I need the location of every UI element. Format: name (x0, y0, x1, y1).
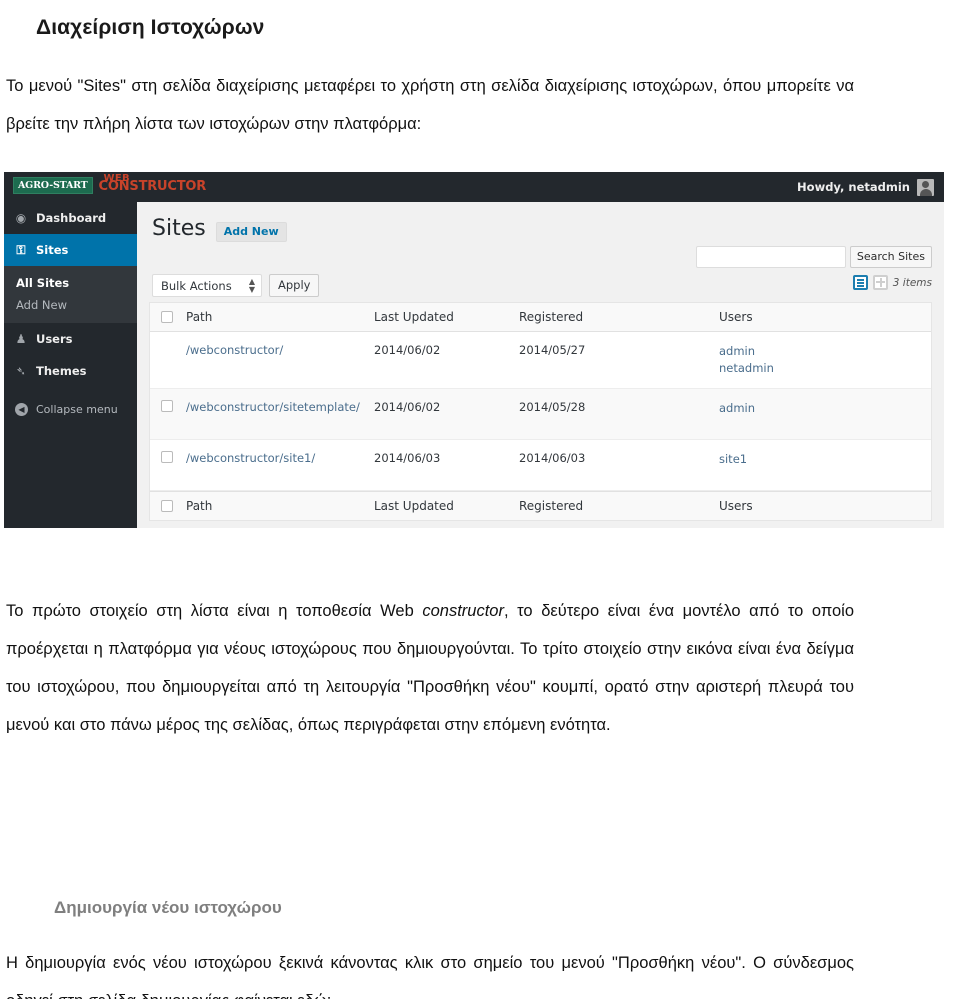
user-link[interactable]: admin (719, 343, 909, 360)
sidebar-item-dashboard[interactable]: ◉ Dashboard (4, 202, 137, 234)
row-last-updated-cell: 2014/06/03 (374, 451, 441, 465)
body-paragraph-1: Το πρώτο στοιχείο στη λίστα είναι η τοπο… (6, 592, 854, 744)
sidebar-item-users[interactable]: ♟ Users (4, 323, 137, 355)
table-header-row: Path Last Updated Registered Users (150, 303, 931, 332)
table-row[interactable]: /webconstructor/site1/ 2014/06/03 2014/0… (150, 440, 931, 491)
sidebar-item-label: Themes (36, 364, 87, 378)
sidebar-subitem-add-new[interactable]: Add New (4, 294, 137, 316)
user-link[interactable]: netadmin (719, 360, 909, 377)
admin-bar: AGRO-START WEB CONSTRUCTOR Howdy, netadm… (4, 172, 944, 202)
row-path-cell: /webconstructor/ (186, 332, 374, 368)
select-all-checkbox-cell[interactable] (150, 311, 186, 323)
select-all-checkbox-cell[interactable] (150, 500, 186, 512)
site-path-link[interactable]: /webconstructor/ (186, 343, 283, 357)
checkbox-icon[interactable] (161, 311, 173, 323)
sites-table: Path Last Updated Registered Users /webc… (149, 302, 932, 521)
search-input[interactable] (695, 246, 846, 268)
sites-page-title: Sites (152, 216, 206, 241)
row-path-cell: /webconstructor/sitetemplate/ (186, 389, 374, 436)
collapse-menu-button[interactable]: ◀ Collapse menu (4, 394, 137, 424)
page-title: Διαχείριση Ιστοχώρων (36, 16, 265, 40)
site-path-link[interactable]: /webconstructor/site1/ (186, 451, 315, 465)
search-form: Search Sites (695, 246, 932, 268)
user-link[interactable]: admin (719, 400, 909, 417)
excerpt-view-icon[interactable] (872, 275, 888, 290)
column-footer-last-updated[interactable]: Last Updated (374, 499, 519, 513)
list-view-icon[interactable] (852, 275, 868, 290)
collapse-menu-label: Collapse menu (36, 402, 118, 416)
admin-sidebar: ◉ Dashboard ⚿ Sites All Sites Add New ♟ … (4, 202, 145, 528)
bulk-actions-select[interactable]: Bulk Actions ▲ ▼ (152, 274, 262, 297)
column-header-last-updated[interactable]: Last Updated (374, 310, 519, 324)
dashboard-icon: ◉ (15, 211, 27, 225)
bulk-actions-selected-value: Bulk Actions (161, 278, 232, 293)
table-row[interactable]: /webconstructor/ 2014/06/02 2014/05/27 a… (150, 332, 931, 389)
key-icon: ⚿ (16, 242, 26, 257)
search-sites-button[interactable]: Search Sites (849, 246, 932, 268)
checkbox-icon[interactable] (161, 400, 173, 412)
row-registered-cell: 2014/05/27 (519, 343, 586, 357)
sidebar-subitem-all-sites[interactable]: All Sites (4, 272, 137, 294)
row-registered-cell: 2014/06/03 (519, 451, 586, 465)
howdy-account-menu[interactable]: Howdy, netadmin (797, 172, 934, 202)
row-users-cell: admin (719, 389, 909, 439)
row-last-updated-cell: 2014/06/02 (374, 400, 441, 414)
row-users-cell: site1 (719, 440, 909, 490)
sidebar-divider (4, 387, 137, 394)
column-footer-registered[interactable]: Registered (519, 499, 719, 513)
howdy-label: Howdy, netadmin (797, 180, 910, 194)
site-path-link[interactable]: /webconstructor/sitetemplate/ (186, 400, 360, 414)
intro-paragraph: Το μενού "Sites" στη σελίδα διαχείρισης … (6, 76, 854, 133)
row-users-cell: admin netadmin (719, 332, 909, 388)
row-last-updated-cell: 2014/06/02 (374, 343, 441, 357)
apply-button[interactable]: Apply (269, 274, 320, 297)
avatar (917, 178, 934, 196)
items-count-label: 3 items (892, 276, 932, 289)
user-icon: ♟ (15, 332, 27, 346)
site-logo[interactable]: AGRO-START WEB CONSTRUCTOR (13, 174, 207, 194)
content-header: Sites Add New (152, 216, 287, 242)
body-1-emphasis: constructor (422, 601, 504, 620)
sidebar-submenu-sites: All Sites Add New (4, 266, 137, 323)
checkbox-icon[interactable] (161, 451, 173, 463)
view-mode-switcher: 3 items (852, 275, 932, 290)
chevron-updown-icon: ▲ ▼ (248, 276, 255, 294)
column-footer-users: Users (719, 499, 753, 513)
section-subheading: Δημιουργία νέου ιστοχώρου (54, 898, 282, 918)
body-paragraph-2: Η δημιουργία ενός νέου ιστοχώρου ξεκινά … (6, 953, 854, 999)
sidebar-item-label: Dashboard (36, 211, 107, 225)
body-1-post: , το δεύτερο είναι ένα μοντέλο από το οπ… (6, 601, 854, 734)
row-checkbox-cell[interactable] (150, 389, 186, 434)
column-header-path[interactable]: Path (186, 310, 374, 324)
chevron-left-icon: ◀ (15, 402, 28, 416)
body-1-pre: Το πρώτο στοιχείο στη λίστα είναι η τοπο… (6, 601, 423, 620)
table-footer-row: Path Last Updated Registered Users (150, 491, 931, 520)
sidebar-item-label: Sites (36, 243, 69, 257)
column-footer-path[interactable]: Path (186, 499, 374, 513)
logo-agro-start-badge: AGRO-START (13, 177, 93, 194)
sidebar-item-themes[interactable]: ➴ Themes (4, 355, 137, 387)
table-row[interactable]: /webconstructor/sitetemplate/ 2014/06/02… (150, 389, 931, 440)
row-checkbox-cell (150, 332, 186, 354)
checkbox-icon[interactable] (161, 500, 173, 512)
bulk-actions-bar: Bulk Actions ▲ ▼ Apply (152, 274, 320, 297)
sidebar-item-label: Users (36, 332, 73, 346)
admin-content: Sites Add New Search Sites Bulk Actions … (137, 202, 944, 528)
sidebar-item-sites[interactable]: ⚿ Sites (4, 234, 145, 266)
embedded-screenshot: AGRO-START WEB CONSTRUCTOR Howdy, netadm… (4, 172, 944, 528)
row-registered-cell: 2014/05/28 (519, 400, 586, 414)
document-page: Διαχείριση Ιστοχώρων Το μενού "Sites" στ… (0, 0, 960, 999)
user-link[interactable]: site1 (719, 451, 909, 468)
row-checkbox-cell[interactable] (150, 440, 186, 485)
column-header-registered[interactable]: Registered (519, 310, 719, 324)
column-header-users: Users (719, 310, 753, 324)
logo-web-line2: CONSTRUCTOR (98, 179, 207, 194)
logo-web-constructor: WEB CONSTRUCTOR (98, 174, 207, 194)
brush-icon: ➴ (15, 364, 27, 378)
row-path-cell: /webconstructor/site1/ (186, 440, 374, 487)
add-new-button[interactable]: Add New (215, 222, 287, 242)
